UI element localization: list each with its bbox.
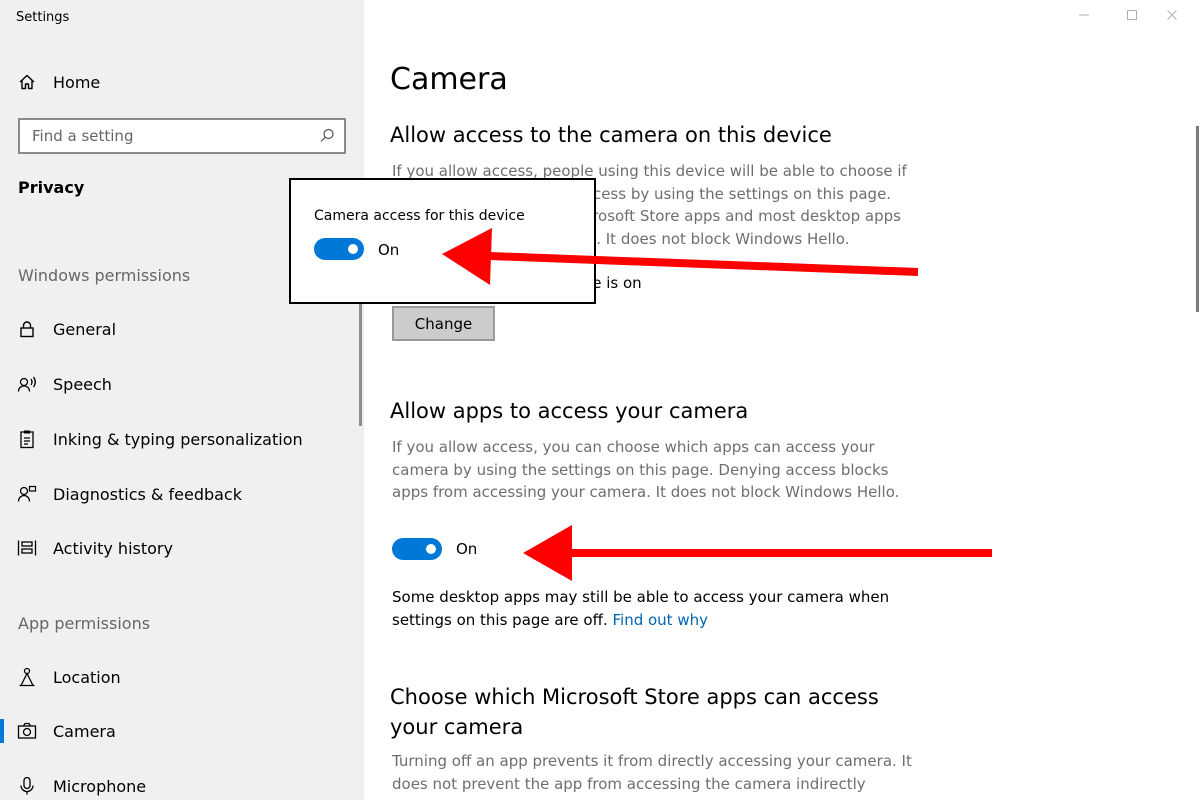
heading-apps-access: Allow apps to access your camera — [390, 399, 749, 423]
main-scrollbar[interactable] — [1196, 126, 1199, 312]
sidebar-item-label: Activity history — [53, 538, 173, 558]
section-title-privacy: Privacy — [18, 178, 85, 197]
apps-access-description: If you allow access, you can choose whic… — [392, 438, 900, 501]
app-title: Settings — [16, 10, 70, 25]
search-input[interactable] — [32, 126, 312, 146]
sidebar-item-label: General — [53, 319, 117, 339]
store-apps-description: Turning off an app prevents it from dire… — [392, 752, 912, 793]
sidebar-item-activity-history[interactable]: Activity history — [0, 528, 364, 568]
sidebar-item-label: Location — [53, 667, 121, 687]
sidebar-item-speech[interactable]: Speech — [0, 364, 364, 404]
search-box — [18, 118, 346, 154]
camera-access-popup: Camera access for this device On — [289, 178, 596, 304]
toggle-knob — [348, 244, 358, 254]
maximize-icon — [1126, 6, 1138, 25]
close-icon — [1166, 6, 1178, 25]
sidebar-item-microphone[interactable]: Microphone — [0, 766, 364, 800]
clipboard-icon — [17, 429, 37, 449]
minimize-icon — [1078, 6, 1090, 25]
heading-store-apps: Choose which Microsoft Store apps can ac… — [390, 685, 879, 739]
sidebar-item-label: Camera — [53, 721, 116, 741]
minimize-button[interactable] — [1064, 4, 1104, 26]
sidebar-item-label: Diagnostics & feedback — [53, 484, 242, 504]
group-label-app-permissions: App permissions — [18, 614, 151, 633]
maximize-button[interactable] — [1112, 4, 1152, 26]
device-camera-toggle[interactable] — [314, 238, 364, 260]
camera-icon — [17, 721, 37, 741]
desktop-apps-note: Some desktop apps may still be able to a… — [392, 586, 912, 631]
sidebar-item-location[interactable]: Location — [0, 657, 364, 697]
activity-history-icon — [17, 538, 37, 558]
sidebar-item-label: Microphone — [53, 776, 147, 796]
sidebar-item-label: Inking & typing personalization — [53, 429, 303, 449]
lock-icon — [17, 319, 37, 339]
close-button[interactable] — [1152, 4, 1192, 26]
page-title: Camera — [390, 62, 508, 97]
find-out-why-link[interactable]: Find out why — [613, 611, 709, 629]
search-icon[interactable] — [318, 127, 336, 145]
apps-access-toggle-state: On — [456, 540, 478, 558]
popup-title: Camera access for this device — [314, 208, 525, 224]
sidebar-item-inking[interactable]: Inking & typing personalization — [0, 419, 364, 459]
speech-icon — [17, 374, 37, 394]
sidebar-item-diagnostics[interactable]: Diagnostics & feedback — [0, 474, 364, 514]
sidebar-item-home[interactable]: Home — [0, 62, 364, 102]
main-content: Camera Allow access to the camera on thi… — [364, 0, 1200, 800]
microphone-icon — [17, 776, 37, 796]
group-label-windows-permissions: Windows permissions — [18, 266, 191, 285]
apps-access-toggle[interactable] — [392, 538, 442, 560]
selection-indicator — [0, 719, 4, 743]
sidebar-item-camera[interactable]: Camera — [0, 711, 364, 751]
toggle-knob — [426, 544, 436, 554]
sidebar-item-label: Speech — [53, 374, 112, 394]
sidebar: Settings Home Privacy Windows permission… — [0, 0, 364, 800]
home-icon — [17, 72, 37, 92]
device-camera-toggle-state: On — [378, 241, 400, 259]
change-button[interactable]: Change — [392, 306, 495, 341]
heading-device-access: Allow access to the camera on this devic… — [390, 123, 832, 147]
person-feedback-icon — [17, 484, 37, 504]
sidebar-item-general[interactable]: General — [0, 309, 364, 349]
sidebar-item-label: Home — [53, 72, 101, 92]
location-icon — [17, 667, 37, 687]
